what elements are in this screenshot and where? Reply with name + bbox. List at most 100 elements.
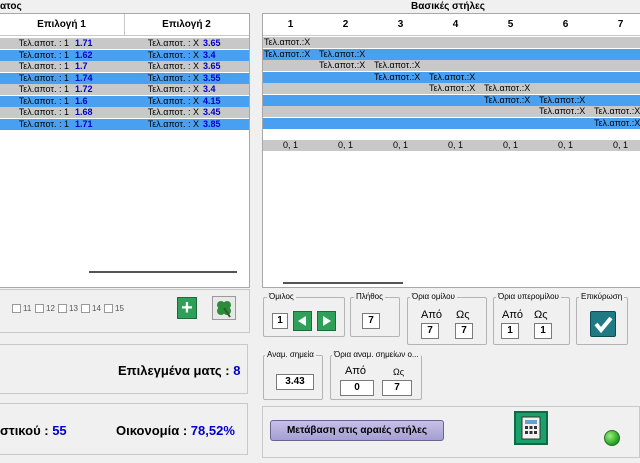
choice-1-odds: 1.71 <box>75 118 93 129</box>
oria-anam-to-input[interactable]: 7 <box>382 380 412 396</box>
checkbox[interactable] <box>81 304 90 313</box>
column-header: 2 <box>342 19 349 30</box>
oria-omilou-title: Όρια ομίλου <box>410 292 457 301</box>
footer-cell: 0, 1 <box>502 140 518 150</box>
grid-cell[interactable]: Τελ.αποτ.:X <box>318 60 365 71</box>
choice-2-odds: 3.45 <box>203 107 221 117</box>
add-icon[interactable]: + <box>177 297 197 319</box>
checkbox[interactable] <box>58 304 67 313</box>
selected-matches-value: 8 <box>233 363 241 378</box>
oria-omilou-from-input[interactable]: 7 <box>421 323 439 339</box>
economy-value: 78,52% <box>190 423 235 438</box>
table-row[interactable]: Τελ.αποτ.:X Τελ.αποτ.:X <box>263 106 640 117</box>
table-row[interactable]: Τελ.αποτ.:X Τελ.αποτ.:X <box>263 71 640 83</box>
anam-simeia-title: Αναμ. σημεία <box>265 350 316 359</box>
choice-1-label: Τελ.αποτ. : 1 <box>18 72 69 83</box>
grid-cell[interactable]: Τελ.αποτ.:X <box>428 83 475 94</box>
grid-cell[interactable]: Τελ.αποτ.:X <box>373 72 420 83</box>
omilos-title: Όμιλος <box>267 292 296 301</box>
column-header: 1 <box>287 19 294 30</box>
table-row[interactable]: Τελ.αποτ. : 1 1.71 Τελ.αποτ. : X 3.65 <box>0 38 249 49</box>
grid-cell[interactable]: Τελ.αποτ.:X <box>318 49 365 60</box>
choice-1-label: Τελ.αποτ. : 1 <box>18 107 69 117</box>
table-row[interactable]: Τελ.αποτ.:X <box>263 117 640 129</box>
table-row[interactable]: Τελ.αποτ.:X Τελ.αποτ.:X <box>263 60 640 71</box>
grid-cell[interactable]: Τελ.αποτ.:X <box>428 72 475 83</box>
checkbox[interactable] <box>35 304 44 313</box>
table-row[interactable]: Τελ.αποτ. : 1 1.74 Τελ.αποτ. : X 3.55 <box>0 72 249 84</box>
column-divider <box>124 14 125 36</box>
anam-simeia-value[interactable]: 3.43 <box>276 374 314 390</box>
oria-yperomilou-to-input[interactable]: 1 <box>534 323 552 339</box>
confirm-check-icon[interactable] <box>590 311 616 337</box>
horizontal-scrollbar[interactable] <box>89 271 237 273</box>
table-row[interactable]: Τελ.αποτ.:X Τελ.αποτ.:X <box>263 48 640 60</box>
table-row[interactable]: Τελ.αποτ. : 1 1.72 Τελ.αποτ. : X 3.4 <box>0 84 249 95</box>
choice-2-label: Τελ.αποτ. : X <box>147 118 199 129</box>
grid-cell[interactable]: Τελ.αποτ.:X <box>373 60 420 71</box>
choice-2-label: Τελ.αποτ. : X <box>147 61 199 71</box>
goto-sparse-columns-button[interactable]: Μετάβαση στις αραιές στήλες <box>270 420 444 441</box>
column-header: 3 <box>397 19 404 30</box>
omilos-value[interactable]: 1 <box>272 313 288 329</box>
checkbox[interactable] <box>104 304 113 313</box>
choice-1-odds: 1.72 <box>75 84 93 94</box>
arrow-right-icon[interactable] <box>317 311 336 331</box>
choice-1-label: Τελ.αποτ. : 1 <box>18 95 69 106</box>
footer-cell: 0, 1 <box>612 140 628 150</box>
grid-cell[interactable]: Τελ.αποτ.:X <box>538 106 585 117</box>
choice-2-odds: 3.65 <box>203 61 221 71</box>
epikyrosi-title: Επικύρωση <box>579 292 625 301</box>
horizontal-scrollbar[interactable] <box>283 282 403 284</box>
clover-icon[interactable] <box>212 296 236 320</box>
plithos-value[interactable]: 7 <box>362 313 380 329</box>
table-row[interactable]: Τελ.αποτ. : 1 1.71 Τελ.αποτ. : X 3.85 <box>0 118 249 130</box>
table-row[interactable]: Τελ.αποτ.:X <box>263 37 640 48</box>
column-header: 4 <box>452 19 459 30</box>
choice-2-label: Τελ.αποτ. : X <box>147 38 199 48</box>
oria-anam-to-label: Ως <box>393 367 405 377</box>
checkbox[interactable] <box>12 304 21 313</box>
choice-1-odds: 1.6 <box>75 95 88 106</box>
checkbox-label: 15 <box>115 304 124 313</box>
calculator-icon[interactable] <box>514 411 548 445</box>
choice-1-label: Τελ.αποτ. : 1 <box>18 49 69 60</box>
oria-anam-title: Όρια αναμ. σημείων ο... <box>332 350 421 359</box>
choice-1-label: Τελ.αποτ. : 1 <box>18 118 69 129</box>
oria-anam-from-label: Από <box>345 365 367 377</box>
choice-1-label: Τελ.αποτ. : 1 <box>18 61 69 71</box>
checkbox-label: 14 <box>92 304 101 313</box>
choice-1-odds: 1.74 <box>75 72 93 83</box>
grid-cell[interactable]: Τελ.αποτ.:X <box>483 83 530 94</box>
grid-cell[interactable]: Τελ.αποτ.:X <box>593 106 640 117</box>
choice-1-odds: 1.62 <box>75 49 93 60</box>
oria-yperomilou-from-input[interactable]: 1 <box>501 323 519 339</box>
arrow-left-icon[interactable] <box>293 311 312 331</box>
column-header-choice-2: Επιλογή 2 <box>162 19 211 30</box>
table-row[interactable]: Τελ.αποτ.:X Τελ.αποτ.:X <box>263 94 640 106</box>
basic-columns-grid[interactable]: 1234567 Τελ.αποτ.:X Τελ.αποτ.:X Τελ.αποτ.:… <box>262 13 640 288</box>
grid-cell[interactable]: Τελ.αποτ.:X <box>538 95 585 106</box>
plithos-title: Πλήθος <box>354 292 385 301</box>
column-header: 7 <box>617 19 624 30</box>
matches-grid[interactable]: Επιλογή 1 Επιλογή 2 Τελ.αποτ. : 1 1.71 Τελ… <box>0 13 250 288</box>
table-row[interactable]: Τελ.αποτ. : 1 1.62 Τελ.αποτ. : X 3.4 <box>0 49 249 61</box>
footer-cell: 0, 1 <box>557 140 573 150</box>
grid-cell[interactable]: Τελ.αποτ.:X <box>263 49 310 60</box>
oria-omilou-to-label: Ως <box>456 309 470 321</box>
table-row[interactable]: Τελ.αποτ. : 1 1.6 Τελ.αποτ. : X 4.15 <box>0 95 249 107</box>
table-row[interactable]: Τελ.αποτ. : 1 1.68 Τελ.αποτ. : X 3.45 <box>0 107 249 118</box>
grid-cell[interactable]: Τελ.αποτ.:X <box>593 118 640 129</box>
status-led-icon <box>604 430 620 446</box>
table-row[interactable]: Τελ.αποτ.:X Τελ.αποτ.:X <box>263 83 640 94</box>
left-section-title: ατος <box>0 1 22 12</box>
footer-cell: 0, 1 <box>337 140 353 150</box>
choice-1-odds: 1.7 <box>75 61 88 71</box>
grid-cell[interactable]: Τελ.αποτ.:X <box>483 95 530 106</box>
oria-yperomilou-from-label: Από <box>502 309 524 321</box>
oria-anam-from-input[interactable]: 0 <box>340 380 374 396</box>
grid-cell[interactable]: Τελ.αποτ.:X <box>263 37 310 48</box>
oria-omilou-to-input[interactable]: 7 <box>455 323 473 339</box>
table-row[interactable]: Τελ.αποτ. : 1 1.7 Τελ.αποτ. : X 3.65 <box>0 61 249 72</box>
oria-omilou-from-label: Από <box>421 309 443 321</box>
